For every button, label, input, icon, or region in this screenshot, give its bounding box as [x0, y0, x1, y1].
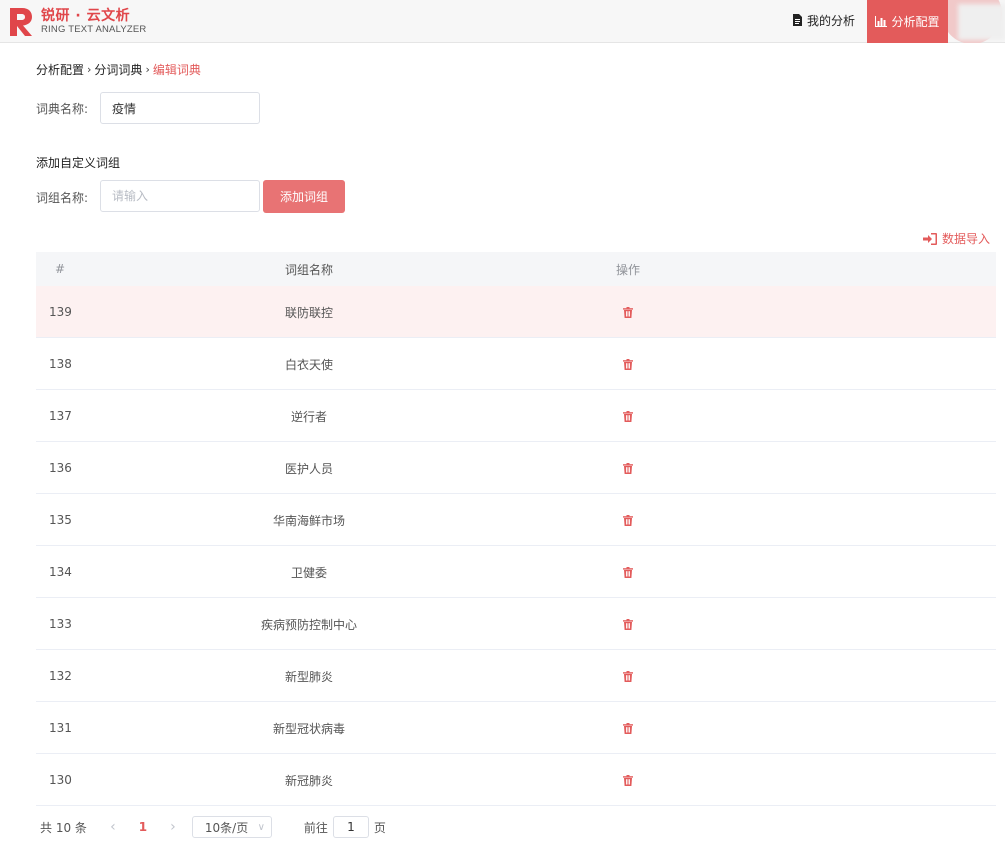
- brand-subtitle: RING TEXT ANALYZER: [41, 24, 147, 35]
- row-phrase-name: 白衣天使: [284, 357, 333, 372]
- user-avatar[interactable]: [948, 0, 1005, 43]
- sign-in-icon: [923, 232, 937, 245]
- table-row: 138 白衣天使: [36, 338, 996, 390]
- nav-my-analysis-label: 我的分析: [807, 13, 856, 28]
- table-row: 135 华南海鲜市场: [36, 494, 996, 546]
- section-title-add-phrase: 添加自定义词组: [36, 156, 121, 170]
- table-row: 133 疾病预防控制中心: [36, 598, 996, 650]
- row-index: 133: [49, 617, 72, 631]
- page-size-select[interactable]: 10条/页 ∨: [191, 816, 272, 838]
- brand-name: 锐研 · 云文析: [41, 8, 131, 24]
- next-page-icon[interactable]: ›: [162, 819, 184, 835]
- column-header-index: #: [55, 262, 66, 276]
- row-phrase-name: 医护人员: [284, 461, 333, 476]
- prev-page-icon[interactable]: ‹: [102, 819, 124, 835]
- data-import-link[interactable]: 数据导入: [923, 230, 990, 247]
- row-operation: [450, 774, 996, 786]
- table-header: # 词组名称 操作: [36, 252, 996, 286]
- nav-my-analysis[interactable]: 我的分析: [792, 12, 855, 28]
- phrase-table: # 词组名称 操作 139 联防联控 138 白衣天使 137 逆行者 136 医护人员 135…: [36, 252, 996, 806]
- table-row: 139 联防联控: [36, 286, 996, 338]
- row-index: 135: [49, 513, 72, 527]
- row-phrase-name: 卫健委: [290, 565, 327, 580]
- row-index: 138: [49, 357, 72, 371]
- goto-suffix: 页: [373, 820, 386, 835]
- table-row: 131 新型冠状病毒: [36, 702, 996, 754]
- document-icon: [793, 14, 802, 26]
- breadcrumb: 分析配置 › 分词词典 › 编辑词典: [36, 61, 201, 78]
- row-index: 136: [49, 461, 72, 475]
- phrase-name-label: 词组名称:: [36, 191, 89, 205]
- table-row: 136 医护人员: [36, 442, 996, 494]
- phrase-name-input[interactable]: [100, 180, 260, 212]
- delete-trash-icon[interactable]: [623, 410, 633, 422]
- nav-analysis-config-label: 分析配置: [891, 15, 940, 29]
- table-body: 139 联防联控 138 白衣天使 137 逆行者 136 医护人员 135 华南海鲜市场 134 卫…: [36, 286, 996, 806]
- row-index: 134: [49, 565, 72, 579]
- top-header: 锐研 · 云文析 RING TEXT ANALYZER 我的分析 分析配置: [0, 0, 1005, 43]
- row-index: 137: [49, 409, 72, 423]
- row-index: 139: [49, 305, 72, 319]
- row-phrase-name: 新型肺炎: [284, 669, 333, 684]
- breadcrumb-item-analysis-config[interactable]: 分析配置: [36, 61, 84, 78]
- breadcrumb-item-edit-dictionary: 编辑词典: [152, 63, 201, 77]
- row-operation: [450, 358, 996, 370]
- dict-name-label: 词典名称:: [36, 102, 89, 116]
- row-phrase-name: 联防联控: [284, 305, 333, 320]
- page-number-current[interactable]: 1: [132, 820, 154, 834]
- row-operation: [450, 410, 996, 422]
- row-operation: [450, 514, 996, 526]
- breadcrumb-item-dictionary[interactable]: 分词词典: [94, 61, 142, 78]
- chevron-right-icon: ›: [145, 63, 150, 76]
- column-header-operation: 操作: [615, 262, 640, 277]
- chevron-down-icon: ∨: [257, 821, 265, 833]
- column-header-name: 词组名称: [284, 262, 333, 277]
- row-operation: [450, 566, 996, 578]
- table-row: 130 新冠肺炎: [36, 754, 996, 806]
- chevron-right-icon: ›: [87, 63, 92, 76]
- row-phrase-name: 逆行者: [290, 409, 327, 424]
- delete-trash-icon[interactable]: [623, 358, 633, 370]
- dict-name-input[interactable]: [100, 92, 260, 124]
- row-phrase-name: 疾病预防控制中心: [260, 617, 357, 632]
- table-row: 134 卫健委: [36, 546, 996, 598]
- row-operation: [450, 670, 996, 682]
- row-operation: [450, 462, 996, 474]
- row-operation: [450, 618, 996, 630]
- row-phrase-name: 新冠肺炎: [284, 773, 333, 788]
- row-phrase-name: 华南海鲜市场: [272, 513, 345, 528]
- brand-logo-icon: [10, 8, 32, 36]
- nav-analysis-config[interactable]: 分析配置: [867, 0, 948, 43]
- row-index: 130: [49, 773, 72, 787]
- delete-trash-icon[interactable]: [623, 306, 633, 318]
- row-phrase-name: 新型冠状病毒: [272, 721, 345, 736]
- data-import-label: 数据导入: [942, 232, 991, 246]
- delete-trash-icon[interactable]: [623, 514, 633, 526]
- delete-trash-icon[interactable]: [623, 670, 633, 682]
- delete-trash-icon[interactable]: [623, 618, 633, 630]
- avatar-blur: [958, 4, 1005, 40]
- delete-trash-icon[interactable]: [623, 462, 633, 474]
- delete-trash-icon[interactable]: [623, 722, 633, 734]
- table-row: 132 新型肺炎: [36, 650, 996, 702]
- bar-chart-icon: [875, 16, 888, 27]
- page-size-value: 10条/页: [204, 820, 249, 835]
- goto-page-input[interactable]: [332, 816, 369, 838]
- pagination: 共 10 条 ‹ 1 › 10条/页 ∨ 前往 页: [40, 815, 386, 839]
- row-index: 131: [49, 721, 72, 735]
- delete-trash-icon[interactable]: [623, 774, 633, 786]
- add-phrase-button[interactable]: 添加词组: [263, 180, 345, 213]
- pagination-total: 共 10 条: [40, 820, 87, 835]
- row-operation: [450, 306, 996, 318]
- row-operation: [450, 722, 996, 734]
- delete-trash-icon[interactable]: [623, 566, 633, 578]
- goto-prefix: 前往: [303, 820, 328, 835]
- table-row: 137 逆行者: [36, 390, 996, 442]
- row-index: 132: [49, 669, 72, 683]
